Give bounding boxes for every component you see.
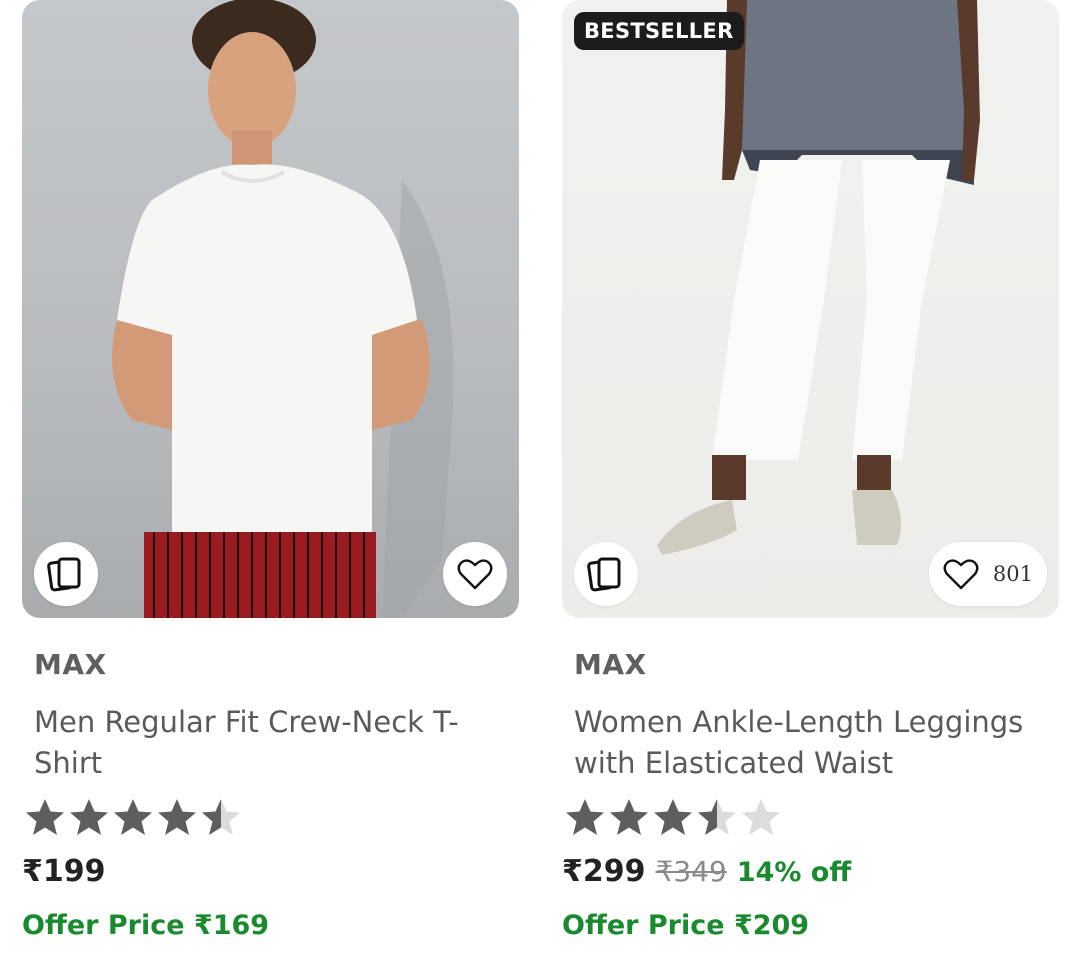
product-brand: MAX bbox=[574, 648, 647, 681]
star-icon bbox=[70, 799, 108, 835]
product-card[interactable]: MAX Men Regular Fit Crew-Neck T-Shirt ₹1… bbox=[22, 0, 519, 957]
rating-stars bbox=[24, 797, 242, 837]
similar-products-button[interactable] bbox=[34, 542, 98, 606]
wishlist-button[interactable] bbox=[443, 542, 507, 606]
similar-cards-icon bbox=[47, 557, 81, 592]
offer-amount: ₹169 bbox=[193, 910, 270, 941]
original-price: ₹349 bbox=[655, 855, 727, 888]
similar-cards-icon bbox=[587, 557, 621, 592]
star-icon bbox=[202, 799, 240, 835]
wishlist-count: 801 bbox=[992, 562, 1033, 586]
star-icon bbox=[26, 799, 64, 835]
price-row: ₹299 ₹349 14% off bbox=[562, 854, 851, 889]
rating-stars bbox=[564, 797, 782, 837]
offer-price: Offer Price ₹169 bbox=[22, 910, 269, 941]
product-photo-leggings bbox=[657, 0, 980, 555]
selling-price: ₹299 bbox=[562, 854, 646, 889]
discount-percent: 14% off bbox=[736, 857, 852, 888]
star-icon bbox=[158, 799, 196, 835]
product-card[interactable]: BESTSELLER 801 MAX Women Ankle-Length Le… bbox=[562, 0, 1059, 957]
star-icon bbox=[742, 799, 780, 835]
heart-outline-icon bbox=[457, 559, 493, 590]
star-icon bbox=[114, 799, 152, 835]
offer-label: Offer Price bbox=[22, 910, 185, 941]
similar-products-button[interactable] bbox=[574, 542, 638, 606]
star-icon bbox=[610, 799, 648, 835]
star-icon bbox=[566, 799, 604, 835]
price-row: ₹199 bbox=[22, 854, 106, 889]
wishlist-button[interactable]: 801 bbox=[928, 542, 1047, 606]
product-title[interactable]: Men Regular Fit Crew-Neck T-Shirt bbox=[34, 702, 524, 784]
heart-outline-icon bbox=[943, 559, 979, 590]
bestseller-badge: BESTSELLER bbox=[574, 12, 744, 50]
product-image[interactable] bbox=[22, 0, 519, 618]
selling-price: ₹199 bbox=[22, 854, 106, 889]
product-photo-man-tshirt bbox=[112, 0, 454, 618]
offer-label: Offer Price bbox=[562, 910, 725, 941]
product-brand: MAX bbox=[34, 648, 107, 681]
product-title[interactable]: Women Ankle-Length Leggings with Elastic… bbox=[574, 702, 1064, 784]
product-image[interactable]: BESTSELLER 801 bbox=[562, 0, 1059, 618]
star-icon bbox=[698, 799, 736, 835]
offer-price: Offer Price ₹209 bbox=[562, 910, 809, 941]
offer-amount: ₹209 bbox=[733, 910, 810, 941]
star-icon bbox=[654, 799, 692, 835]
